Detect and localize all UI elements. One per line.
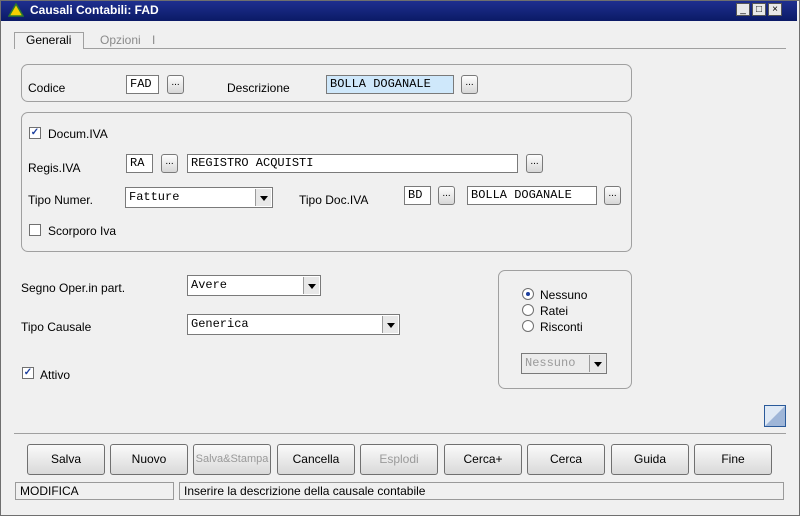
tab-underline xyxy=(14,48,786,49)
tipo-doc-iva-desc-field[interactable]: BOLLA DOGANALE xyxy=(467,186,597,205)
status-message: Inserire la descrizione della causale co… xyxy=(179,482,784,500)
radio-ratei-label: Ratei xyxy=(540,304,569,318)
segno-value: Avere xyxy=(191,278,228,292)
tipo-numer-value: Fatture xyxy=(129,190,180,204)
regis-iva-desc-button[interactable]: ... xyxy=(526,154,543,173)
radio-ratei[interactable] xyxy=(522,304,534,316)
button-bar-divider xyxy=(14,433,786,434)
tipo-causale-label: Tipo Causale xyxy=(21,320,92,334)
regis-iva-lookup-button[interactable]: ... xyxy=(161,154,178,173)
status-mode: MODIFICA xyxy=(15,482,174,500)
scorporo-iva-checkbox[interactable] xyxy=(29,224,41,236)
chevron-down-icon[interactable] xyxy=(255,189,271,206)
radio-nessuno[interactable] xyxy=(522,288,534,300)
regis-iva-label: Regis.IVA xyxy=(28,161,81,175)
descrizione-lookup-button[interactable]: ... xyxy=(461,75,478,94)
minimize-button[interactable]: _ xyxy=(736,3,750,16)
regis-iva-desc-field[interactable]: REGISTRO ACQUISTI xyxy=(187,154,518,173)
codice-field[interactable]: FAD xyxy=(126,75,159,94)
docum-iva-label: Docum.IVA xyxy=(48,127,108,141)
descrizione-label: Descrizione xyxy=(227,81,290,95)
salva-button[interactable]: Salva xyxy=(27,444,105,475)
close-button[interactable]: × xyxy=(768,3,782,16)
maximize-button[interactable]: □ xyxy=(752,3,766,16)
tipo-numer-label: Tipo Numer. xyxy=(28,193,93,207)
segno-select[interactable]: Avere xyxy=(187,275,321,296)
tipo-causale-value: Generica xyxy=(191,317,249,331)
chevron-down-icon[interactable] xyxy=(382,316,398,333)
cerca-button[interactable]: Cerca xyxy=(527,444,605,475)
codice-label: Codice xyxy=(28,81,66,95)
tipo-causale-select[interactable]: Generica xyxy=(187,314,400,335)
tipo-numer-select[interactable]: Fatture xyxy=(125,187,273,208)
segno-label: Segno Oper.in part. xyxy=(21,281,126,295)
fine-button[interactable]: Fine xyxy=(694,444,772,475)
regis-iva-code-field[interactable]: RA xyxy=(126,154,153,173)
cerca-plus-button[interactable]: Cerca+ xyxy=(444,444,522,475)
codice-lookup-button[interactable]: ... xyxy=(167,75,184,94)
cancella-button[interactable]: Cancella xyxy=(277,444,355,475)
ratei-select-value: Nessuno xyxy=(525,356,576,370)
app-icon xyxy=(8,3,24,17)
tipo-doc-iva-code-field[interactable]: BD xyxy=(404,186,431,205)
tab-separator: I xyxy=(152,33,156,47)
attivo-label: Attivo xyxy=(40,368,71,382)
chevron-down-icon[interactable] xyxy=(589,355,605,372)
radio-risconti[interactable] xyxy=(522,320,534,332)
corner-fold-icon xyxy=(764,405,786,427)
guida-button[interactable]: Guida xyxy=(611,444,689,475)
attivo-checkbox[interactable]: ✓ xyxy=(22,367,34,379)
tipo-doc-iva-desc-button[interactable]: ... xyxy=(604,186,621,205)
window-title: Causali Contabili: FAD xyxy=(30,3,159,17)
esplodi-button[interactable]: Esplodi xyxy=(360,444,438,475)
radio-risconti-label: Risconti xyxy=(540,320,583,334)
tipo-doc-iva-label: Tipo Doc.IVA xyxy=(299,193,369,207)
chevron-down-icon[interactable] xyxy=(303,277,319,294)
ratei-select[interactable]: Nessuno xyxy=(521,353,607,374)
tab-generali-label: Generali xyxy=(26,33,72,47)
radio-nessuno-label: Nessuno xyxy=(540,288,588,302)
tab-opzioni[interactable]: Opzioni xyxy=(100,33,141,47)
tipo-doc-iva-lookup-button[interactable]: ... xyxy=(438,186,455,205)
nuovo-button[interactable]: Nuovo xyxy=(110,444,188,475)
descrizione-field[interactable]: BOLLA DOGANALE xyxy=(326,75,454,94)
docum-iva-checkbox[interactable]: ✓ xyxy=(29,127,41,139)
salva-stampa-button[interactable]: Salva&Stampa xyxy=(193,444,271,475)
scorporo-iva-label: Scorporo Iva xyxy=(48,224,117,238)
